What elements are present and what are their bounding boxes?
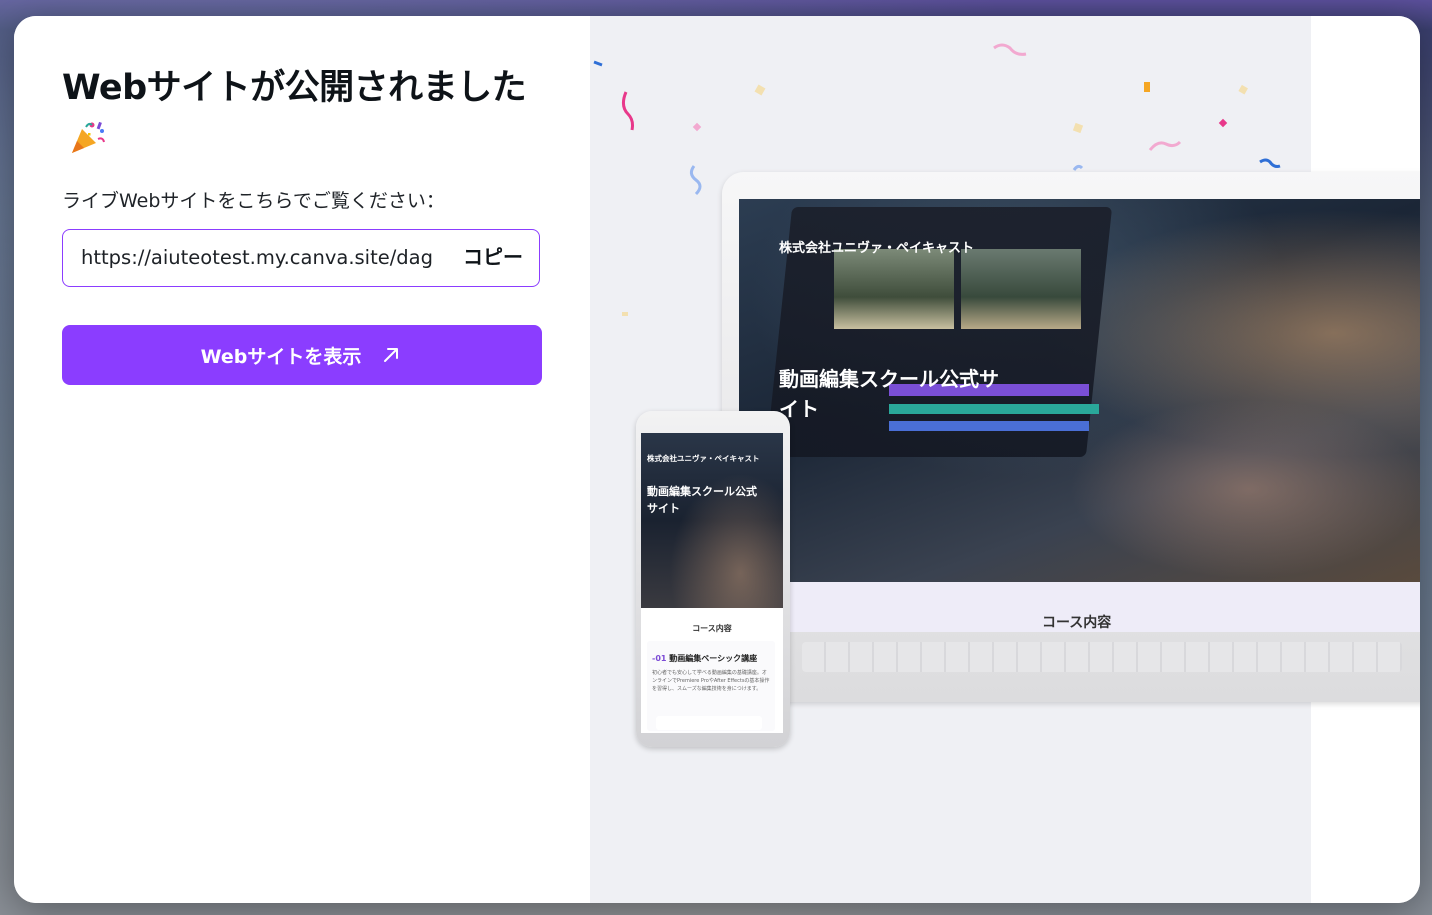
phone-company-name: 株式会社ユニヴァ・ペイキャスト [647,454,760,463]
laptop-course-heading: コース内容 [1042,615,1112,631]
view-website-label: Webサイトを表示 [200,345,362,368]
phone-mockup: 株式会社ユニヴァ・ペイキャスト 動画編集スクール公式サイト コース内容 -01 … [636,411,790,747]
site-url-field[interactable]: https://aiuteotest.my.canva.site/dag コピー [62,229,540,287]
course-card-title: 動画編集ベーシック講座 [669,654,758,663]
laptop-keyboard [802,642,1402,672]
site-preview: 株式会社ユニヴァ・ペイキャスト 動画編集スクール公式サイト コース内容 株式会社… [590,16,1420,903]
copy-url-button[interactable]: コピー [463,230,523,285]
phone-screen: 株式会社ユニヴァ・ペイキャスト 動画編集スクール公式サイト コース内容 -01 … [641,433,783,733]
phone-course-heading: コース内容 [692,624,732,633]
laptop-hero-image: 株式会社ユニヴァ・ペイキャスト 動画編集スクール公式サイト [739,199,1420,582]
course-card-number: -01 [652,654,667,663]
view-website-button[interactable]: Webサイトを表示 [62,325,542,385]
course-card-body: 初心者でも安心して学べる動画編集の基礎講座。オンラインでPremiere Pro… [652,670,770,692]
dialog-title: Webサイトが公開されました [62,68,527,108]
laptop-mockup: 株式会社ユニヴァ・ペイキャスト 動画編集スクール公式サイト コース内容 [722,172,1420,702]
phone-headline: 動画編集スクール公式サイト [647,485,757,515]
live-site-subtitle: ライブWebサイトをこちらでご覧ください： [62,190,445,212]
laptop-company-name: 株式会社ユニヴァ・ペイキャスト [779,241,975,256]
laptop-headline: 動画編集スクール公式サイト [779,367,999,421]
party-popper-icon [72,121,105,153]
phone-bottom-bar [656,716,762,730]
publish-success-dialog: Webサイトが公開されました ライブWebサイトをこちらでご覧ください： htt… [14,16,1420,903]
phone-hero-image: 株式会社ユニヴァ・ペイキャスト 動画編集スクール公式サイト [641,433,783,608]
external-link-arrow-icon [384,348,399,362]
dialog-left-panel: Webサイトが公開されました ライブWebサイトをこちらでご覧ください： htt… [14,16,590,903]
site-url-value[interactable]: https://aiuteotest.my.canva.site/dag [81,230,441,285]
